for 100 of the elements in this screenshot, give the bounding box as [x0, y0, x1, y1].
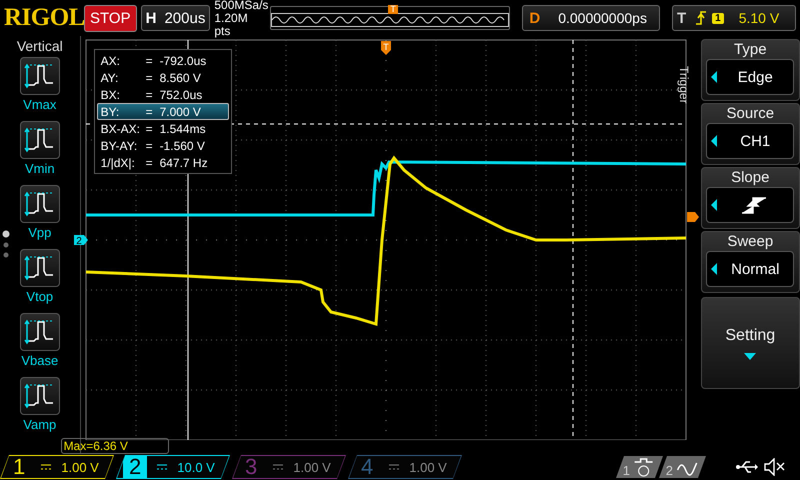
- readout-equals: =: [146, 156, 154, 170]
- pulse-icon: [24, 381, 56, 411]
- pulse-icon: [24, 125, 56, 155]
- trigger-level-marker: [686, 212, 699, 222]
- dc-coupling-icon: [41, 464, 52, 470]
- readout-value: 8.560 V: [160, 70, 201, 84]
- trigger-position-marker: T: [388, 5, 398, 14]
- measure-button[interactable]: [20, 57, 60, 95]
- measure-button[interactable]: [20, 121, 60, 159]
- trigger-menu-item[interactable]: Slope: [700, 167, 800, 229]
- channel-tab[interactable]: 1 1.00 V: [0, 455, 114, 479]
- readout-equals: =: [146, 138, 154, 152]
- measure-label: Vamp: [23, 417, 56, 432]
- delay-label: D: [528, 10, 542, 26]
- readout-value: 647.7 Hz: [160, 156, 208, 170]
- measure-label: Vbase: [21, 353, 58, 368]
- usb-icon: [736, 460, 758, 474]
- delay-value: 0.00000000ps: [557, 10, 648, 26]
- trigger-menu-item[interactable]: Source CH1: [700, 103, 800, 165]
- pulse-icon: [24, 61, 56, 91]
- readout-equals: =: [146, 54, 154, 68]
- trigger-box[interactable]: T 1 5.10 V: [672, 5, 796, 31]
- channel-scale: 1.00 V: [61, 460, 99, 474]
- mute-icon[interactable]: [764, 458, 786, 476]
- trigger-menu-item[interactable]: Setting: [700, 297, 800, 389]
- status-number: 2: [666, 463, 673, 478]
- readout-value: 7.000 V: [160, 104, 201, 118]
- channel-scale: 10.0 V: [177, 460, 215, 474]
- dc-coupling-icon: [157, 464, 168, 470]
- channel-scale: 1.00 V: [293, 460, 331, 474]
- channel-scale: 1.00 V: [409, 460, 447, 474]
- menu-item-label: Source: [726, 105, 774, 122]
- readout-equals: =: [146, 70, 154, 84]
- trigger-position-marker: T: [380, 41, 391, 55]
- timebase-box[interactable]: H 200us: [140, 5, 210, 31]
- measure-button[interactable]: [20, 313, 60, 351]
- arrow-left-icon: [711, 135, 718, 147]
- readout-equals: =: [146, 122, 154, 136]
- measure-label: Vmax: [23, 97, 56, 112]
- channel-tab[interactable]: 3 1.00 V: [232, 455, 346, 479]
- channel-number: 4: [360, 456, 374, 478]
- trigger-menu-item[interactable]: Type Edge: [700, 39, 800, 101]
- motor-icon: [632, 458, 654, 478]
- arrow-left-icon: [711, 199, 718, 211]
- menu-item-label: Slope: [731, 169, 770, 186]
- readout-label: BY-AY:: [100, 138, 138, 152]
- measure-button[interactable]: [20, 377, 60, 415]
- page-dots-icon: [2, 230, 10, 260]
- pulse-icon: [24, 189, 56, 219]
- dc-coupling-icon: [273, 464, 284, 470]
- trigger-menu-item[interactable]: Sweep Normal: [700, 231, 800, 293]
- status-indicator[interactable]: 2: [658, 456, 706, 478]
- run-stop-button[interactable]: STOP: [84, 4, 137, 32]
- dc-coupling-icon: [389, 464, 400, 470]
- max-readout: Max=6.36 V: [60, 438, 169, 454]
- caret-down-icon: [744, 352, 756, 360]
- menu-item-label: Sweep: [727, 233, 774, 250]
- menu-title: Trigger: [676, 66, 691, 104]
- readout-label: BY:: [100, 104, 120, 118]
- menu-value-text: Normal: [730, 260, 780, 278]
- channel-number: 1: [12, 456, 26, 478]
- menu-item-label: Type: [734, 41, 767, 58]
- trigger-channel: 1: [712, 12, 724, 24]
- memory-depth: 1.20M pts: [214, 12, 249, 38]
- channel-tab[interactable]: 4 1.00 V: [348, 455, 462, 479]
- delay-box[interactable]: D 0.00000000ps: [522, 5, 660, 31]
- readout-label: AX:: [100, 54, 121, 68]
- readout-label: 1/|dX|:: [100, 156, 136, 170]
- readout-equals: =: [146, 88, 154, 102]
- menu-title: Vertical: [16, 38, 63, 54]
- readout-label: AY:: [100, 70, 120, 84]
- trigger-level: 5.10 V: [738, 10, 780, 26]
- measure-button[interactable]: [20, 185, 60, 223]
- readout-equals: =: [146, 104, 154, 118]
- readout-label: BX:: [100, 88, 121, 102]
- timebase-label: H: [144, 10, 158, 26]
- pulse-icon: [24, 253, 56, 283]
- channel-number: 3: [244, 456, 258, 478]
- arrow-left-icon: [711, 263, 718, 275]
- channel-tab[interactable]: 2 10.0 V: [116, 455, 230, 479]
- measure-label: Vmin: [24, 161, 55, 176]
- channel-number: 2: [123, 456, 148, 478]
- timebase-value: 200us: [163, 10, 206, 26]
- menu-value-text: CH1: [739, 132, 772, 150]
- measure-label: Vtop: [26, 289, 54, 304]
- measure-label: Vpp: [28, 225, 52, 240]
- readout-label: BX-AX:: [100, 122, 141, 136]
- menu-item-label: Setting: [725, 326, 776, 344]
- measure-button[interactable]: [20, 249, 60, 287]
- arrow-left-icon: [711, 71, 718, 83]
- trigger-label: T: [676, 10, 688, 26]
- readout-value: 752.0us: [160, 88, 202, 102]
- menu-value-text: Edge: [736, 68, 774, 86]
- readout-value: -792.0us: [160, 54, 206, 68]
- channel-marker: 2: [74, 235, 88, 247]
- pulse-icon: [24, 317, 56, 347]
- status-number: 1: [622, 463, 630, 478]
- status-indicator[interactable]: 1: [616, 456, 663, 478]
- readout-value: -1.560 V: [160, 138, 205, 152]
- readout-value: 1.544ms: [160, 122, 206, 136]
